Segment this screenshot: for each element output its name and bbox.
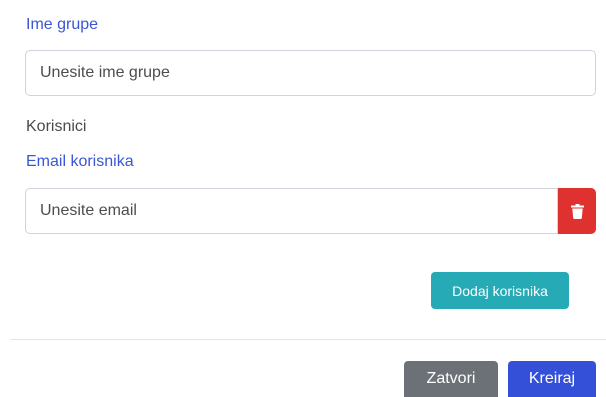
group-name-input[interactable]	[25, 50, 596, 96]
user-email-label: Email korisnika	[26, 153, 134, 170]
footer-divider	[10, 339, 606, 340]
add-user-button[interactable]: Dodaj korisnika	[431, 272, 569, 309]
trash-icon	[570, 203, 584, 219]
user-email-input[interactable]	[25, 188, 558, 234]
delete-user-button[interactable]	[558, 188, 596, 234]
close-button[interactable]: Zatvori	[404, 361, 498, 397]
users-section-label: Korisnici	[26, 118, 87, 135]
group-name-label: Ime grupe	[26, 16, 99, 33]
create-button[interactable]: Kreiraj	[508, 361, 596, 397]
create-group-form: Ime grupe Korisnici Email korisnika Doda…	[0, 0, 606, 397]
